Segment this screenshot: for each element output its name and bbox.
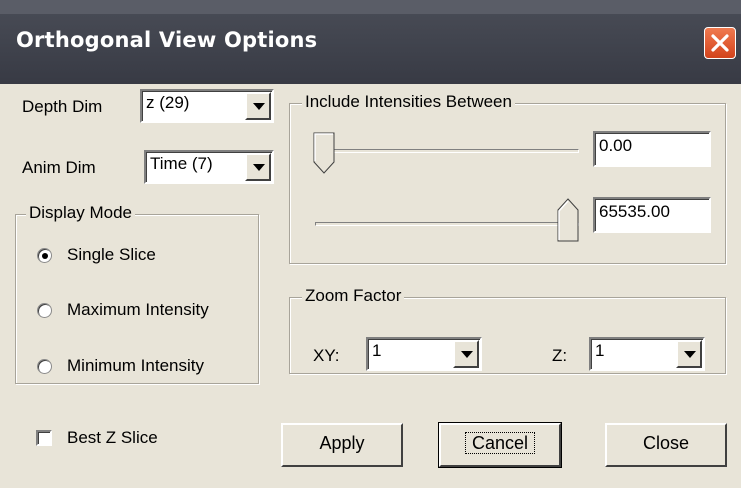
zoom-z-dropdown[interactable]: 1 [589, 337, 705, 371]
radio-single-slice[interactable] [37, 248, 52, 263]
anim-dim-value: Time (7) [150, 154, 213, 173]
minimum-intensity-label[interactable]: Minimum Intensity [67, 356, 204, 376]
min-intensity-field[interactable]: 0.00 [593, 131, 711, 167]
depth-dim-dropdown[interactable]: z (29) [140, 89, 274, 123]
best-z-slice-label[interactable]: Best Z Slice [67, 428, 158, 448]
slider-thumb-icon [557, 198, 579, 242]
zoom-xy-label: XY: [313, 346, 340, 365]
single-slice-label[interactable]: Single Slice [67, 245, 156, 265]
maximum-intensity-label[interactable]: Maximum Intensity [67, 300, 209, 320]
chevron-down-icon[interactable] [676, 340, 702, 368]
zoom-xy-value: 1 [372, 341, 382, 360]
radio-minimum-intensity[interactable] [37, 359, 52, 374]
zoom-z-value: 1 [595, 341, 605, 360]
cancel-button[interactable]: Cancel [438, 422, 562, 468]
display-mode-legend: Display Mode [26, 203, 135, 223]
anim-dim-label: Anim Dim [22, 158, 96, 177]
max-intensity-field[interactable]: 65535.00 [593, 197, 711, 233]
max-intensity-slider-track[interactable] [315, 222, 579, 226]
anim-dim-dropdown[interactable]: Time (7) [144, 150, 274, 184]
zoom-xy-dropdown[interactable]: 1 [366, 337, 482, 371]
close-button[interactable]: Close [605, 423, 727, 467]
zoom-z-label: Z: [552, 346, 568, 365]
radio-selected-dot [42, 253, 48, 259]
close-window-button[interactable] [704, 27, 736, 59]
intensities-legend: Include Intensities Between [302, 92, 515, 112]
min-intensity-slider-track[interactable] [315, 149, 579, 153]
window-title: Orthogonal View Options [16, 28, 318, 52]
close-icon [711, 34, 729, 52]
max-intensity-slider-thumb[interactable] [557, 198, 579, 242]
min-intensity-slider-thumb[interactable] [313, 132, 335, 174]
cancel-button-label: Cancel [464, 432, 536, 454]
chevron-down-icon[interactable] [453, 340, 479, 368]
chevron-down-icon[interactable] [245, 153, 271, 181]
chevron-down-icon[interactable] [245, 92, 271, 120]
zoom-factor-legend: Zoom Factor [302, 286, 405, 306]
radio-maximum-intensity[interactable] [37, 303, 52, 318]
apply-button[interactable]: Apply [281, 423, 403, 467]
depth-dim-label: Depth Dim [22, 97, 103, 116]
depth-dim-value: z (29) [146, 93, 190, 112]
best-z-slice-checkbox[interactable] [36, 430, 52, 446]
intensities-group [289, 103, 726, 264]
slider-thumb-icon [313, 132, 335, 174]
